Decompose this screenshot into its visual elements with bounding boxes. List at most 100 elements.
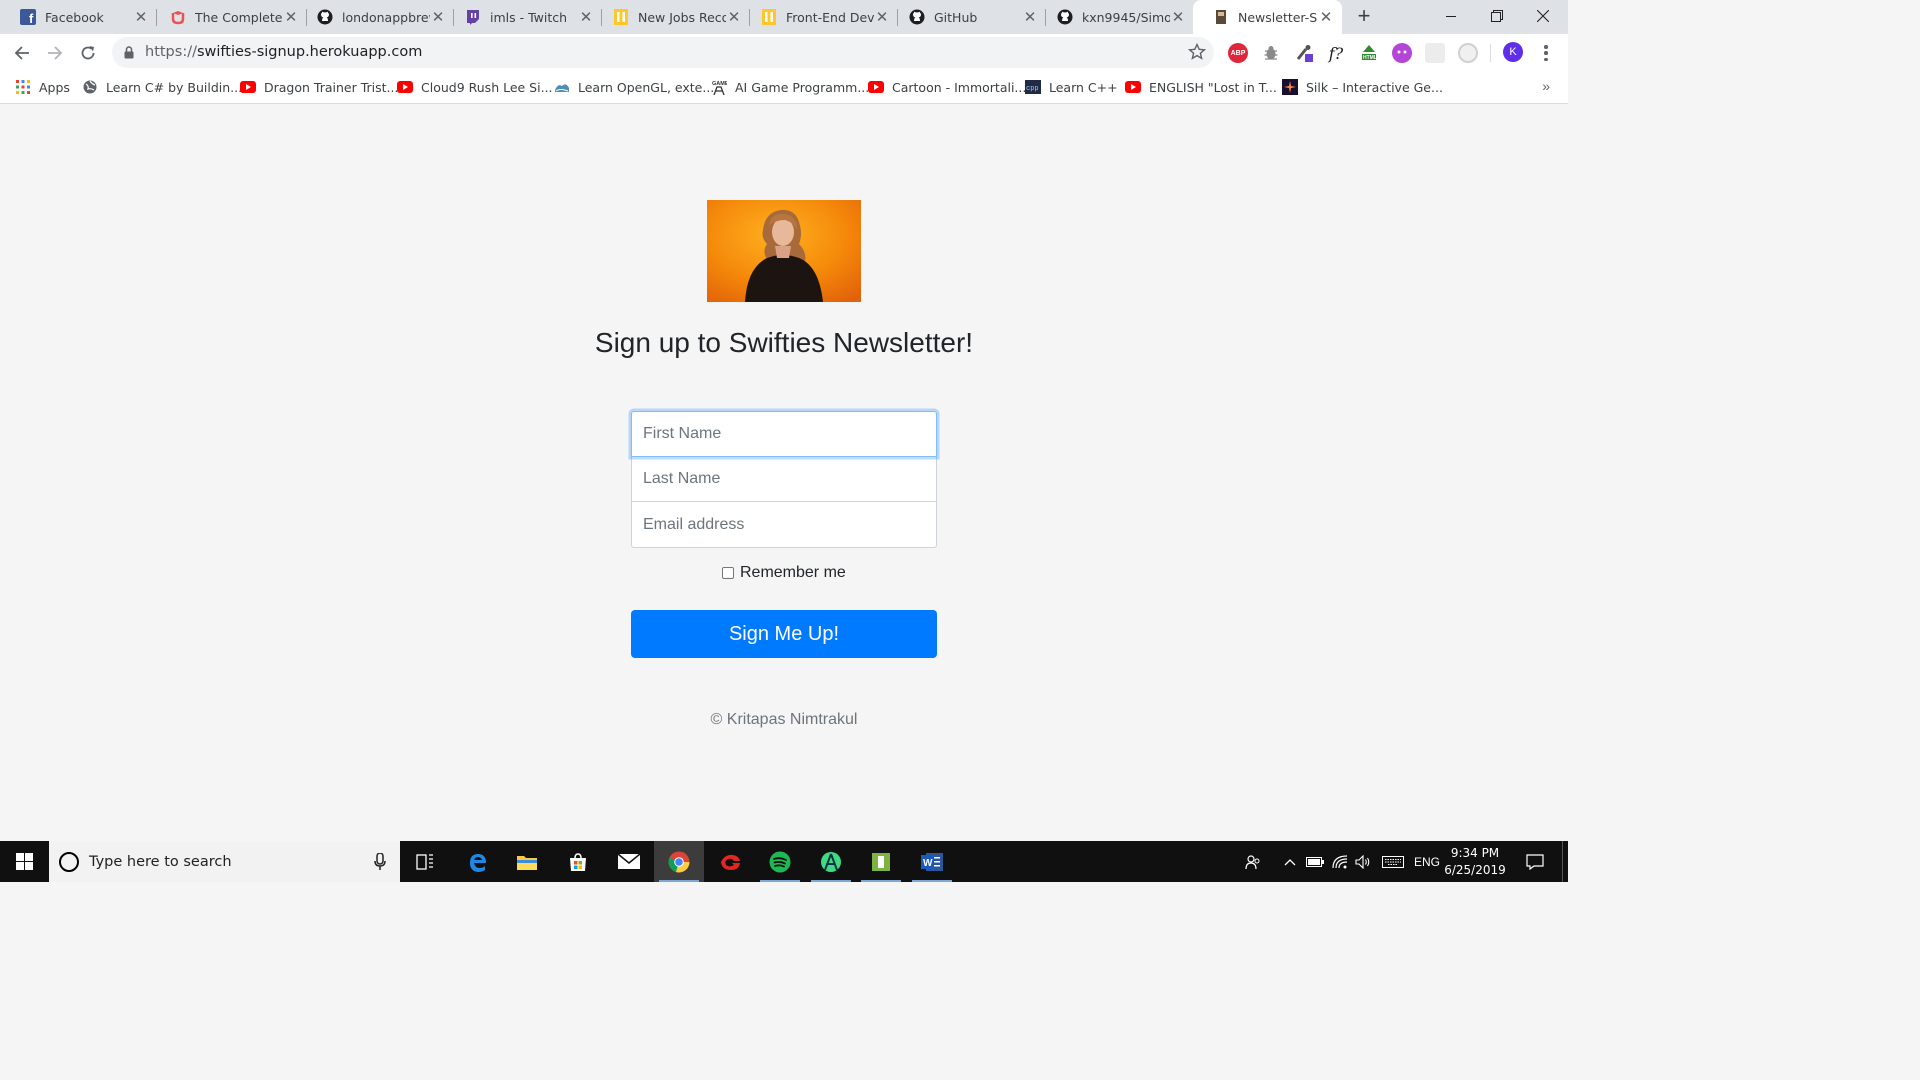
chrome-app[interactable] <box>654 841 704 882</box>
bookmark-dragon-trainer[interactable]: Dragon Trainer Trist... <box>240 78 398 96</box>
page-icon <box>1213 9 1229 25</box>
close-tab-icon[interactable]: ✕ <box>430 8 446 26</box>
colorpicker-icon[interactable] <box>1294 43 1314 63</box>
back-button[interactable] <box>9 40 35 66</box>
notification-icon <box>1526 853 1544 870</box>
volume-icon <box>1355 854 1370 869</box>
close-tab-icon[interactable]: ✕ <box>1318 8 1334 26</box>
volume-button[interactable] <box>1352 841 1374 882</box>
show-desktop-button[interactable] <box>1562 841 1563 882</box>
spotify-app[interactable] <box>755 841 805 882</box>
search-placeholder: Type here to search <box>89 853 232 870</box>
bookmark-silk[interactable]: Silk – Interactive Ge... <box>1282 78 1443 96</box>
reload-icon <box>81 46 95 60</box>
battery-button[interactable] <box>1304 841 1326 882</box>
close-tab-icon[interactable]: ✕ <box>578 8 594 26</box>
forward-button[interactable] <box>42 40 68 66</box>
word-app[interactable]: W <box>907 841 957 882</box>
bookmark-learn-csharp[interactable]: Learn C# by Buildin... <box>82 78 242 96</box>
arrow-left-icon <box>14 46 29 60</box>
tab-new-jobs[interactable]: New Jobs Recommended ✕ <box>593 0 750 34</box>
bookmark-ai-game-programming[interactable]: GAME AI Game Programm... <box>711 78 869 96</box>
bookmark-star-icon[interactable] <box>1188 43 1206 61</box>
bookmark-english-lost-in[interactable]: ENGLISH "Lost in T... <box>1125 78 1277 96</box>
restore-button[interactable] <box>1474 0 1520 32</box>
tab-frontend-developer[interactable]: Front-End Developer ✕ <box>741 0 898 34</box>
record-icon[interactable] <box>1458 43 1478 63</box>
address-bar[interactable]: https://swifties-signup.herokuapp.com <box>112 37 1214 68</box>
notepad-app[interactable] <box>856 841 906 882</box>
tab-title: Newsletter-Signup <box>1238 9 1318 25</box>
store-app[interactable] <box>553 841 603 882</box>
mail-app[interactable] <box>604 841 654 882</box>
people-icon <box>1245 854 1260 869</box>
page-content: Sign up to Swifties Newsletter! Remember… <box>0 104 1568 841</box>
email-input[interactable] <box>631 502 937 548</box>
bookmark-cartoon-immortality[interactable]: Cartoon - Immortali... <box>868 78 1026 96</box>
file-explorer-app[interactable] <box>502 841 552 882</box>
notepad-icon <box>872 852 890 871</box>
twitch-icon <box>465 9 481 25</box>
bookmark-label: Cloud9 Rush Lee Si... <box>421 79 553 95</box>
tab-facebook[interactable]: f Facebook ✕ <box>0 0 157 34</box>
close-tab-icon[interactable]: ✕ <box>1170 8 1186 26</box>
whatfont-icon[interactable]: f? <box>1326 43 1346 63</box>
udemy-icon <box>170 9 186 25</box>
show-hidden-icons-button[interactable] <box>1280 841 1300 882</box>
url-text[interactable]: https://swifties-signup.herokuapp.com <box>145 44 422 60</box>
bookmark-learn-opengl[interactable]: Learn OpenGL, exte... <box>554 78 714 96</box>
windows-taskbar: Type here to search W ENG 9:34 PM 6/25/2… <box>0 841 1568 882</box>
taskbar-search[interactable]: Type here to search <box>49 841 400 882</box>
first-name-input[interactable] <box>631 411 937 457</box>
profile-avatar[interactable]: K <box>1503 42 1523 62</box>
clock-time: 9:34 PM <box>1450 846 1500 860</box>
last-name-input[interactable] <box>631 457 937 502</box>
bookmark-label: Apps <box>39 79 70 95</box>
close-icon <box>1537 10 1549 22</box>
more-bookmarks-icon[interactable]: » <box>1542 78 1550 94</box>
keyboard-icon <box>1382 855 1404 868</box>
adblock-icon[interactable]: ABP <box>1228 43 1248 63</box>
remember-me[interactable]: Remember me <box>722 564 846 582</box>
bookmark-cloud9[interactable]: Cloud9 Rush Lee Si... <box>397 78 553 96</box>
bookmark-apps[interactable]: Apps <box>15 78 70 96</box>
tab-twitch[interactable]: imls - Twitch ✕ <box>445 0 602 34</box>
reload-button[interactable] <box>75 40 101 66</box>
edge-app[interactable] <box>452 841 502 882</box>
start-button[interactable] <box>0 841 49 882</box>
tab-newsletter-signup[interactable]: Newsletter-Signup ✕ <box>1193 0 1342 34</box>
tab-github[interactable]: GitHub ✕ <box>889 0 1046 34</box>
close-window-button[interactable] <box>1520 0 1566 32</box>
chrome-menu-icon[interactable] <box>1538 43 1554 63</box>
tab-londonappbrewery[interactable]: londonappbrewery ✕ <box>297 0 454 34</box>
task-view-button[interactable] <box>400 841 450 882</box>
people-button[interactable] <box>1241 841 1265 882</box>
microphone-icon[interactable] <box>374 853 386 870</box>
input-language-button[interactable]: ENG <box>1410 841 1444 882</box>
action-center-button[interactable] <box>1522 841 1548 882</box>
tab-udemy[interactable]: The Complete Web Developer ✕ <box>150 0 307 34</box>
bug-icon[interactable] <box>1261 43 1281 63</box>
garena-app[interactable] <box>705 841 755 882</box>
sign-up-button[interactable]: Sign Me Up! <box>631 610 937 658</box>
emoji-icon[interactable] <box>1392 43 1412 63</box>
footer-copyright: © Kritapas Nimtrakul <box>710 711 858 728</box>
close-tab-icon[interactable]: ✕ <box>133 8 149 26</box>
new-tab-button[interactable]: + <box>1352 5 1376 29</box>
wifi-button[interactable] <box>1329 841 1351 882</box>
close-tab-icon[interactable]: ✕ <box>874 8 890 26</box>
android-studio-app[interactable] <box>806 841 856 882</box>
close-tab-icon[interactable]: ✕ <box>1022 8 1038 26</box>
url-scheme: https:// <box>145 44 197 60</box>
chevron-up-icon <box>1284 858 1296 865</box>
remember-me-checkbox[interactable] <box>722 567 734 579</box>
blank-extension-icon[interactable] <box>1425 43 1445 63</box>
minimize-button[interactable] <box>1428 0 1474 32</box>
tab-kxn9945-simon[interactable]: kxn9945/Simon ✕ <box>1037 0 1194 34</box>
system-clock[interactable]: 9:34 PM 6/25/2019 <box>1440 845 1510 879</box>
bookmark-learn-cpp[interactable]: cpp Learn C++ <box>1025 78 1118 96</box>
keyboard-button[interactable] <box>1379 841 1407 882</box>
minimize-icon <box>1446 16 1456 17</box>
close-tab-icon[interactable]: ✕ <box>726 8 742 26</box>
html-validator-icon[interactable]: HTML <box>1359 43 1379 63</box>
